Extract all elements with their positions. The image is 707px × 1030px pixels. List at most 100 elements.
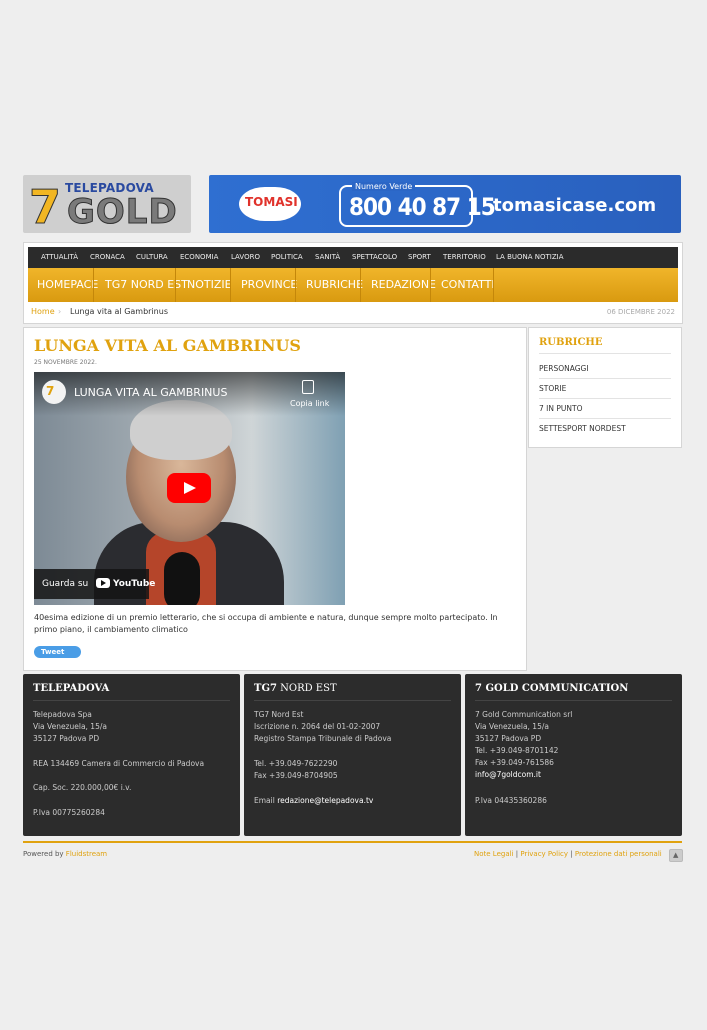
footer-line: Fax +39.049-8704905 (254, 771, 338, 780)
sidebar-divider (539, 398, 671, 399)
tweet-button[interactable]: Tweet (34, 646, 81, 658)
current-date: 06 DICEMBRE 2022 (606, 308, 675, 316)
mainnav-divider (430, 268, 431, 302)
powered-by: Powered by Fluidstream (23, 850, 108, 858)
fluidstream-link[interactable]: Fluidstream (66, 850, 107, 858)
topnav-item-attualita[interactable]: ATTUALITÀ (41, 253, 78, 261)
category-nav: ATTUALITÀ CRONACA CULTURA ECONOMIA LAVOR… (28, 247, 678, 268)
thumbnail-microphone (164, 552, 200, 605)
youtube-icon (96, 578, 110, 588)
banner-brand-logo: TOMASI (239, 187, 301, 221)
topnav-item-sanita[interactable]: SANITÀ (315, 253, 340, 261)
banner-numero-verde: Numero Verde (352, 182, 416, 191)
footer-line: Iscrizione n. 2064 del 01-02-2007 (254, 722, 381, 731)
copy-link-label[interactable]: Copia link (290, 399, 329, 408)
breadcrumb-current: Lunga vita al Gambrinus (70, 307, 168, 316)
sidebar-divider (539, 418, 671, 419)
play-icon (184, 482, 196, 494)
topnav-item-cronaca[interactable]: CRONACA (90, 253, 125, 261)
footer-line: REA 134469 Camera di Commercio di Padova (33, 759, 205, 768)
video-player[interactable]: 7 LUNGA VITA AL GAMBRINUS Copia link Gua… (34, 372, 345, 605)
footer-title: TG7 NORD EST (254, 683, 337, 694)
youtube-wordmark: YouTube (113, 579, 156, 589)
sidebar-divider (539, 353, 671, 354)
banner-url: tomasicase.com (493, 195, 657, 216)
legal-links: Note Legali | Privacy Policy | Protezion… (474, 850, 662, 858)
footer-line: Via Venezuela, 15/a (33, 722, 107, 731)
topnav-item-politica[interactable]: POLITICA (271, 253, 303, 261)
mainnav-divider (493, 268, 494, 302)
logo-seven: 7 (28, 180, 62, 234)
mainnav-divider (93, 268, 94, 302)
footer-divider (254, 700, 451, 701)
breadcrumb-chevron-icon: › (58, 307, 62, 316)
email-link[interactable]: redazione@telepadova.tv (277, 796, 373, 805)
mainnav-divider (360, 268, 361, 302)
channel-avatar[interactable]: 7 (42, 380, 66, 404)
mainnav-province[interactable]: PROVINCE (241, 278, 297, 312)
topnav-item-sport[interactable]: SPORT (408, 253, 431, 261)
footer-title: TELEPADOVA (33, 683, 110, 694)
topnav-item-spettacolo[interactable]: SPETTACOLO (352, 253, 397, 261)
footer-divider (33, 700, 230, 701)
copy-link-icon[interactable] (302, 380, 314, 394)
footer-line: Fax +39.049-761586 (475, 758, 554, 767)
breadcrumb-home-link[interactable]: Home (31, 307, 55, 316)
back-to-top-button[interactable]: ▲ (669, 849, 683, 862)
mainnav-contatti[interactable]: CONTATTI (441, 278, 495, 312)
footer-divider (475, 700, 672, 701)
footer-line: Cap. Soc. 220.000,00€ i.v. (33, 783, 132, 792)
topnav-item-economia[interactable]: ECONOMIA (180, 253, 218, 261)
footer-email-line: Email redazione@telepadova.tv (254, 796, 374, 805)
footer-line: 35127 Padova PD (33, 734, 100, 743)
watch-on-youtube-button[interactable]: Guarda su YouTube (34, 569, 155, 599)
footer-line: P.Iva 04435360286 (475, 796, 547, 805)
ad-banner[interactable]: TOMASI Numero Verde 800 40 87 15 tomasic… (209, 175, 681, 233)
sidebar-item-personaggi[interactable]: PERSONAGGI (539, 364, 589, 373)
site-logo[interactable]: 7 TELEPADOVA GOLD (23, 175, 191, 233)
navigation-box: ATTUALITÀ CRONACA CULTURA ECONOMIA LAVOR… (23, 242, 683, 324)
play-button[interactable] (167, 473, 211, 503)
article-date: 25 NOVEMBRE 2022. (34, 359, 97, 366)
footer-divider (23, 841, 682, 843)
footer-line: 7 Gold Communication srl (475, 710, 573, 719)
mainnav-rubriche[interactable]: RUBRICHE (306, 278, 363, 312)
footer-line: Registro Stampa Tribunale di Padova (254, 734, 392, 743)
footer-tg7: TG7 NORD EST TG7 Nord Est Iscrizione n. … (244, 674, 461, 836)
privacy-policy-link[interactable]: Privacy Policy (520, 850, 568, 858)
footer-line: Via Venezuela, 15/a (475, 722, 549, 731)
mainnav-divider (230, 268, 231, 302)
legal-separator: | (515, 850, 519, 858)
protezione-dati-link[interactable]: Protezione dati personali (575, 850, 662, 858)
footer-line: Tel. +39.049-7622290 (254, 759, 338, 768)
legal-separator: | (570, 850, 573, 858)
footer-line: Tel. +39.049-8701142 (475, 746, 559, 755)
topnav-item-cultura[interactable]: CULTURA (136, 253, 168, 261)
article-description: 40esima edizione di un premio letterario… (34, 613, 498, 634)
main-nav: HOMEPACE TG7 NORD EST NOTIZIE PROVINCE R… (28, 268, 678, 302)
mainnav-redazione[interactable]: REDAZIONE (371, 278, 436, 312)
sidebar-rubriche: RUBRICHE PERSONAGGI STORIE 7 IN PUNTO SE… (528, 327, 682, 448)
footer-7gold: 7 GOLD COMMUNICATION 7 Gold Communicatio… (465, 674, 682, 836)
sidebar-title: RUBRICHE (539, 337, 603, 348)
watch-on-label: Guarda su (42, 579, 89, 589)
topnav-item-lavoro[interactable]: LAVORO (231, 253, 260, 261)
sidebar-item-settesport[interactable]: SETTESPORT NORDEST (539, 424, 626, 433)
video-title[interactable]: LUNGA VITA AL GAMBRINUS (74, 386, 227, 399)
footer-line: 35127 Padova PD (475, 734, 542, 743)
footer-title: 7 GOLD COMMUNICATION (475, 683, 629, 694)
mainnav-divider (175, 268, 176, 302)
sidebar-item-7-in-punto[interactable]: 7 IN PUNTO (539, 404, 582, 413)
article-title: LUNGA VITA AL GAMBRINUS (34, 336, 301, 355)
footer-line: Telepadova Spa (33, 710, 92, 719)
email-link[interactable]: info@7goldcom.it (475, 770, 541, 779)
banner-phone: 800 40 87 15 (349, 193, 496, 221)
topnav-item-territorio[interactable]: TERRITORIO (443, 253, 486, 261)
sidebar-item-storie[interactable]: STORIE (539, 384, 566, 393)
topnav-item-buona-notizia[interactable]: LA BUONA NOTIZIA (496, 253, 564, 261)
note-legali-link[interactable]: Note Legali (474, 850, 514, 858)
footer-line: TG7 Nord Est (254, 710, 304, 719)
tweet-label: Tweet (41, 648, 65, 656)
sidebar-divider (539, 378, 671, 379)
mainnav-notizie[interactable]: NOTIZIE (187, 278, 232, 312)
